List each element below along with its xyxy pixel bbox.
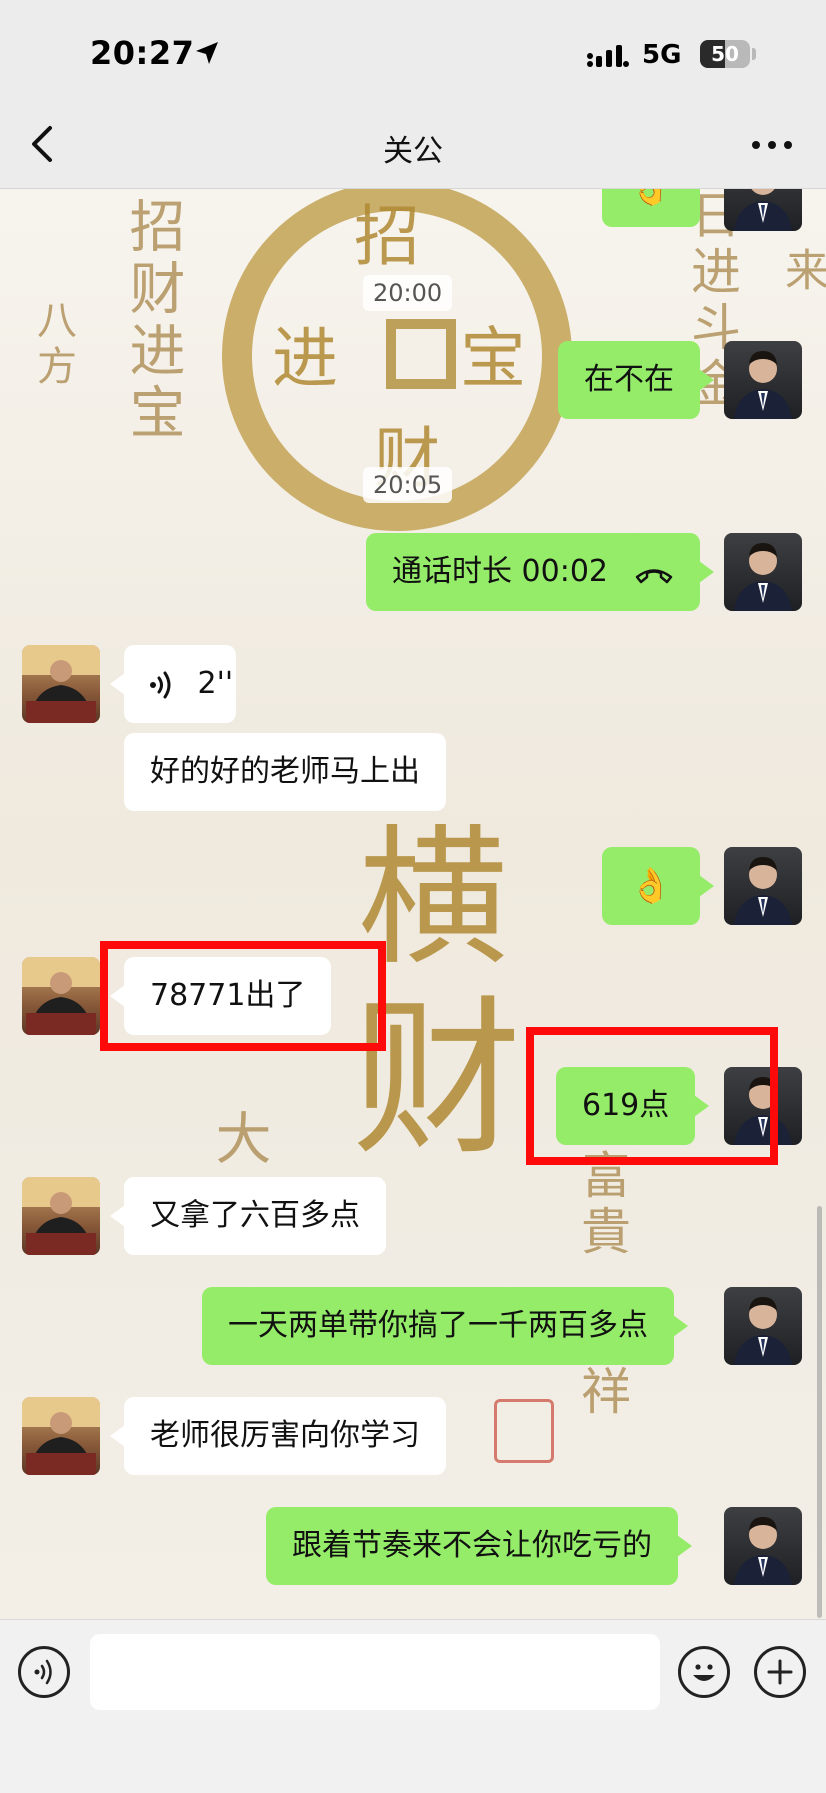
location-arrow-icon: [196, 42, 218, 64]
avatar-self[interactable]: [724, 1507, 802, 1585]
chat-area[interactable]: 招 宝 财 进 招财进宝 八方 日进斗金 来 横 财 大 富貴 祥 👌 20:0…: [0, 189, 826, 1619]
message-bubble-contact[interactable]: 又拿了六百多点: [110, 1177, 386, 1255]
coin-char-right: 宝: [460, 320, 526, 397]
avatar-contact[interactable]: [22, 1397, 100, 1475]
emoji-button[interactable]: [678, 1646, 730, 1698]
message-input[interactable]: [90, 1634, 660, 1710]
battery-tip: [752, 48, 756, 60]
avatar-contact[interactable]: [22, 957, 100, 1035]
background-right-char: 来: [777, 247, 826, 297]
more-functions-button[interactable]: [754, 1646, 806, 1698]
phone-hangup-icon: [635, 568, 672, 583]
avatar-self[interactable]: [724, 1287, 802, 1365]
battery-icon: 50: [700, 40, 750, 68]
message-bubble-self[interactable]: 👌: [602, 847, 714, 925]
status-bar: 20:27 5G 50: [0, 0, 826, 100]
voice-wave-icon: [150, 671, 171, 698]
background-left-column: 招财进宝: [120, 197, 185, 445]
message-text: 👌: [629, 866, 673, 906]
voice-message-bubble[interactable]: 2'': [110, 645, 236, 723]
message-bubble-self[interactable]: 跟着节奏来不会让你吃亏的: [266, 1507, 692, 1585]
chat-scrollbar[interactable]: [817, 1206, 822, 1618]
message-text: 一天两单带你搞了一千两百多点: [228, 1308, 648, 1343]
call-duration-text: 通话时长 00:02: [392, 554, 608, 589]
background-right-side-a: 富貴: [573, 1149, 631, 1261]
call-record-bubble[interactable]: 通话时长 00:02: [366, 533, 714, 611]
chat-title: 关公: [383, 134, 443, 169]
message-bubble-self[interactable]: 在不在: [558, 341, 714, 419]
avatar-self[interactable]: [724, 341, 802, 419]
avatar-contact[interactable]: [22, 645, 100, 723]
timestamp: 20:05: [363, 467, 453, 503]
chat-header: 关公: [0, 100, 826, 189]
highlight-box: [526, 1027, 778, 1165]
background-left-side: 大: [206, 1109, 271, 1171]
background-red-seal: [494, 1399, 554, 1463]
more-options-icon[interactable]: [748, 130, 796, 160]
network-type: 5G: [642, 40, 682, 70]
timestamp: 20:00: [363, 275, 453, 311]
smiley-icon: [693, 1664, 715, 1681]
message-bubble-self[interactable]: 一天两单带你搞了一千两百多点: [202, 1287, 688, 1365]
message-text: 又拿了六百多点: [150, 1198, 360, 1233]
message-text: 👌: [630, 189, 672, 227]
message-text: 在不在: [584, 362, 674, 397]
avatar-self[interactable]: [724, 847, 802, 925]
signal-icon: [587, 45, 629, 67]
avatar-self[interactable]: [724, 533, 802, 611]
message-text: 跟着节奏来不会让你吃亏的: [292, 1528, 652, 1563]
message-bubble-contact[interactable]: 老师很厉害向你学习: [110, 1397, 446, 1475]
voice-wave-icon: [34, 1659, 52, 1685]
avatar-contact[interactable]: [22, 1177, 100, 1255]
plus-icon: [767, 1659, 793, 1685]
coin-char-left: 进: [272, 320, 338, 397]
avatar-self[interactable]: [724, 189, 802, 231]
message-bubble-contact[interactable]: 好的好的老师马上出: [124, 733, 446, 811]
background-coin-hole: [386, 319, 456, 389]
message-text: 老师很厉害向你学习: [150, 1418, 420, 1453]
voice-input-button[interactable]: [18, 1646, 70, 1698]
message-text: 好的好的老师马上出: [150, 754, 420, 789]
background-left-small: 八方: [30, 299, 76, 391]
highlight-box: [100, 941, 386, 1051]
input-bar: [0, 1619, 826, 1793]
background-right-side-b: 祥: [573, 1365, 631, 1421]
status-time: 20:27: [90, 34, 195, 72]
coin-char-top: 招: [354, 198, 420, 275]
battery-level: 50: [711, 42, 739, 66]
voice-duration: 2'': [197, 666, 234, 701]
message-bubble-self[interactable]: 👌: [602, 189, 700, 227]
